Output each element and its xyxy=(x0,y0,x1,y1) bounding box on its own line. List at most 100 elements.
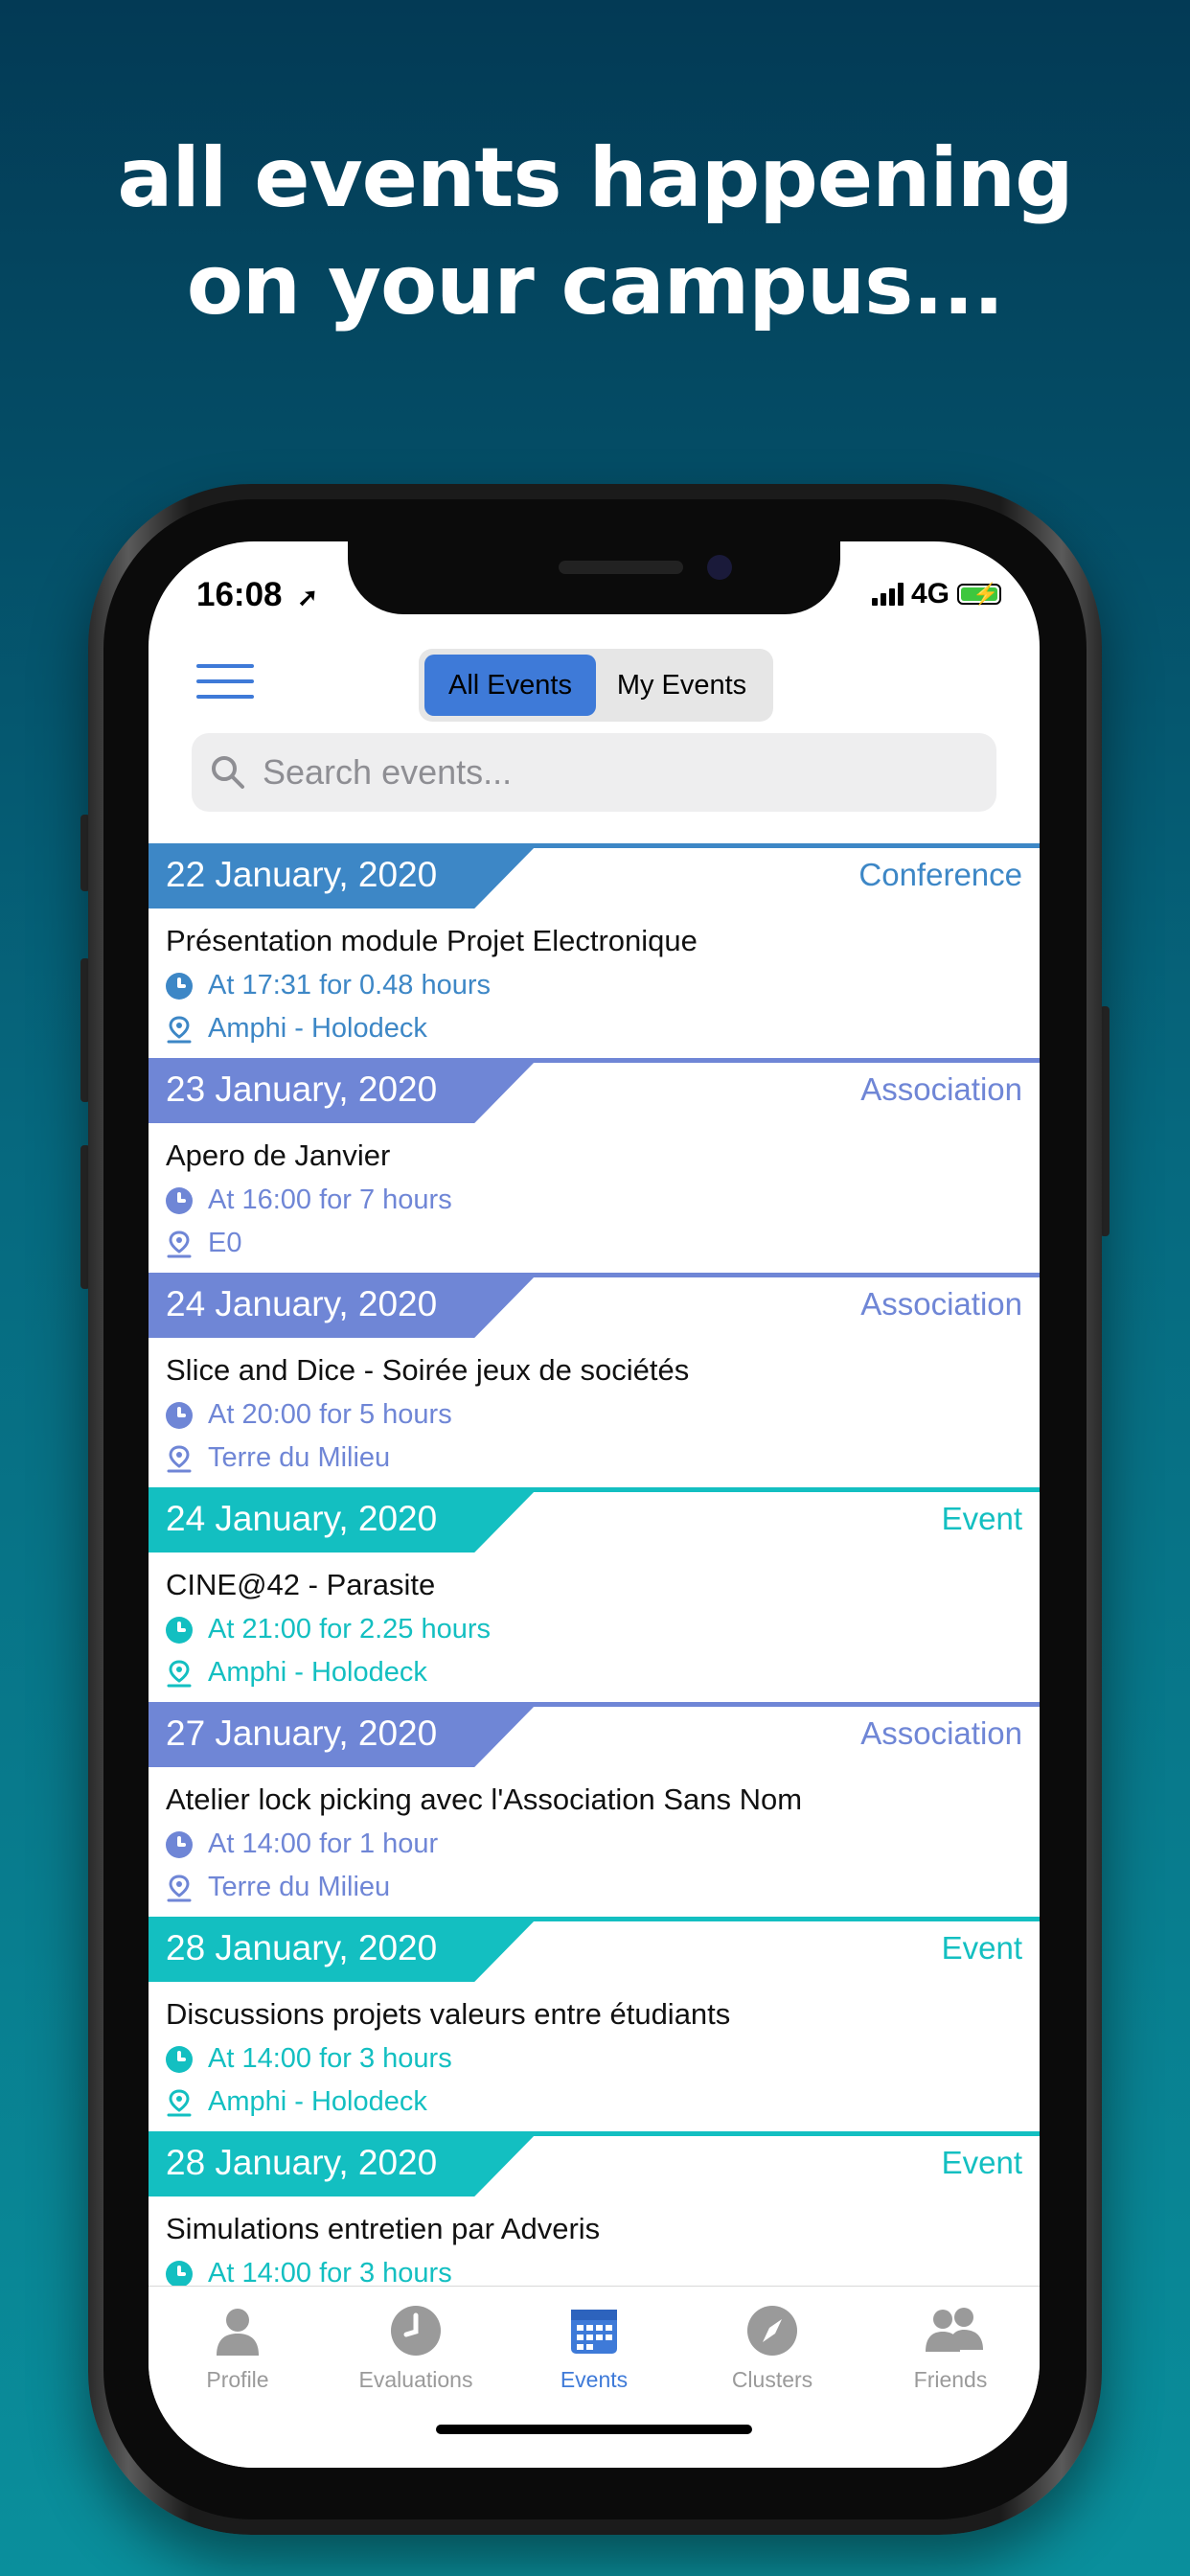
clock-icon xyxy=(166,1401,193,1429)
notch xyxy=(348,541,840,614)
signal-icon xyxy=(871,583,904,606)
person-icon xyxy=(211,2304,264,2358)
event-time: At 17:31 for 0.48 hours xyxy=(208,970,492,1000)
clock-icon xyxy=(166,972,193,1000)
event-category: Association xyxy=(860,1286,1022,1322)
event-date: 28 January, 2020 xyxy=(166,1928,438,1967)
event-category: Event xyxy=(941,2145,1022,2180)
tab-profile[interactable]: Profile xyxy=(149,2304,327,2393)
events-list: 22 January, 2020 Conference Présentation m… xyxy=(149,843,1040,2346)
status-time-text: 16:08 xyxy=(196,576,283,613)
tab-friends[interactable]: Friends xyxy=(861,2304,1040,2393)
clock-icon xyxy=(166,1616,193,1644)
tab-label: Events xyxy=(560,2367,629,2392)
event-category: Association xyxy=(860,1071,1022,1107)
menu-icon[interactable] xyxy=(196,664,254,702)
event-location-row: Amphi - Holodeck xyxy=(166,1657,427,1689)
event-date: 27 January, 2020 xyxy=(166,1714,438,1753)
event-item[interactable]: 22 January, 2020 Conference Présentation m… xyxy=(149,843,1040,1058)
location-pin-icon xyxy=(166,1230,193,1257)
event-location: Amphi - Holodeck xyxy=(208,1013,427,1044)
event-time: At 21:00 for 2.25 hours xyxy=(208,1614,492,1644)
location-pin-icon xyxy=(166,1015,193,1043)
event-location: Amphi - Holodeck xyxy=(208,2086,427,2117)
event-time-row: At 14:00 for 3 hours xyxy=(166,2043,452,2075)
location-pin-icon xyxy=(166,2088,193,2116)
event-location-row: Terre du Milieu xyxy=(166,1872,390,1903)
tab-label: Evaluations xyxy=(358,2367,473,2392)
event-title: Apero de Janvier xyxy=(166,1138,391,1172)
tab-events[interactable]: Events xyxy=(505,2304,683,2393)
tab-evaluations[interactable]: Evaluations xyxy=(327,2304,505,2393)
event-time-row: At 21:00 for 2.25 hours xyxy=(166,1614,491,1645)
event-time: At 14:00 for 3 hours xyxy=(208,2043,452,2074)
event-location-row: E0 xyxy=(166,1228,241,1259)
tab-bar: Profile Evaluations Events Clusters Frie… xyxy=(149,2286,1040,2468)
location-pin-icon xyxy=(166,1659,193,1687)
charging-bolt-icon: ⚡ xyxy=(973,582,999,606)
event-category: Event xyxy=(941,1930,1022,1966)
event-location-row: Amphi - Holodeck xyxy=(166,2086,427,2118)
calendar-icon xyxy=(567,2304,621,2358)
event-time-row: At 17:31 for 0.48 hours xyxy=(166,970,491,1001)
tab-label: Profile xyxy=(206,2367,269,2392)
home-indicator xyxy=(436,2425,752,2434)
event-item[interactable]: 23 January, 2020 Association Apero de Janv… xyxy=(149,1058,1040,1273)
tab-label: Clusters xyxy=(731,2367,813,2392)
search-icon xyxy=(209,753,247,792)
headline: all events happening on your campus... xyxy=(0,125,1190,339)
location-pin-icon xyxy=(166,1874,193,1901)
event-time: At 16:00 for 7 hours xyxy=(208,1184,452,1215)
event-location-row: Terre du Milieu xyxy=(166,1442,390,1474)
event-item[interactable]: 28 January, 2020 Event Discussions projets… xyxy=(149,1917,1040,2131)
event-category: Event xyxy=(941,1501,1022,1536)
event-location-row: Amphi - Holodeck xyxy=(166,1013,427,1045)
event-date: 28 January, 2020 xyxy=(166,2143,438,2182)
event-title: Atelier lock picking avec l'Association … xyxy=(166,1782,803,1816)
event-date: 22 January, 2020 xyxy=(166,855,438,894)
event-location: Amphi - Holodeck xyxy=(208,1657,427,1688)
event-category: Conference xyxy=(858,857,1022,892)
event-time: At 14:00 for 1 hour xyxy=(208,1828,439,1859)
event-item[interactable]: 24 January, 2020 Association Slice and Dic… xyxy=(149,1273,1040,1487)
headline-line-2: on your campus... xyxy=(186,238,1005,334)
clock-icon xyxy=(166,1186,193,1214)
tab-clusters[interactable]: Clusters xyxy=(683,2304,861,2393)
location-pin-icon xyxy=(166,1444,193,1472)
event-location: E0 xyxy=(208,1228,242,1258)
event-title: CINE@42 - Parasite xyxy=(166,1568,436,1601)
event-title: Discussions projets valeurs entre étudia… xyxy=(166,1997,731,2031)
location-arrow-icon: ➚ xyxy=(297,583,319,611)
event-title: Slice and Dice - Soirée jeux de sociétés xyxy=(166,1353,690,1387)
event-title: Simulations entretien par Adveris xyxy=(166,2212,601,2245)
event-category: Association xyxy=(860,1715,1022,1751)
event-date: 23 January, 2020 xyxy=(166,1070,438,1109)
status-indicators: 4G ⚡ xyxy=(871,578,1001,610)
battery-icon: ⚡ xyxy=(957,582,1001,606)
status-time: 16:08 ➚ xyxy=(196,576,318,614)
event-item[interactable]: 27 January, 2020 Association Atelier lock … xyxy=(149,1702,1040,1917)
clock-icon xyxy=(166,2045,193,2073)
speaker-grille xyxy=(559,561,683,574)
all-events-tab[interactable]: All Events xyxy=(424,655,596,716)
headline-line-1: all events happening xyxy=(117,130,1073,226)
event-location: Terre du Milieu xyxy=(208,1872,391,1902)
search-input[interactable] xyxy=(261,751,993,794)
event-time-row: At 20:00 for 5 hours xyxy=(166,1399,452,1431)
event-time-row: At 16:00 for 7 hours xyxy=(166,1184,452,1216)
event-date: 24 January, 2020 xyxy=(166,1284,438,1323)
my-events-tab[interactable]: My Events xyxy=(596,655,767,716)
clock-icon xyxy=(166,1830,193,1858)
clock-icon xyxy=(166,2260,193,2288)
front-camera xyxy=(707,555,732,580)
event-location: Terre du Milieu xyxy=(208,1442,391,1473)
events-segmented-control: All Events My Events xyxy=(419,649,773,722)
event-item[interactable]: 24 January, 2020 Event CINE@42 - Parasite … xyxy=(149,1487,1040,1702)
event-time-row: At 14:00 for 1 hour xyxy=(166,1828,438,1860)
friends-icon xyxy=(924,2304,983,2358)
compass-icon xyxy=(745,2304,799,2358)
app-screen: 16:08 ➚ 4G ⚡ All Events My Events 22 Jan… xyxy=(149,541,1040,2468)
event-date: 24 January, 2020 xyxy=(166,1499,438,1538)
tab-label: Friends xyxy=(913,2367,988,2392)
clock-icon xyxy=(389,2304,443,2358)
